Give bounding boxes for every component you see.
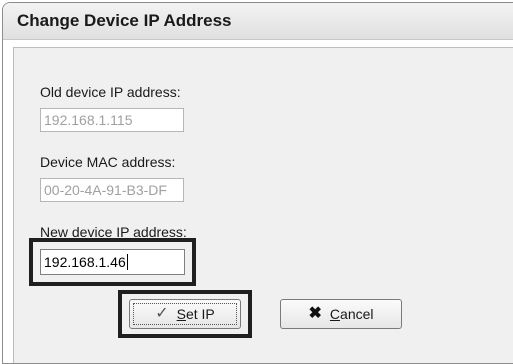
old-ip-label: Old device IP address: [40, 84, 181, 100]
title-bar[interactable]: Change Device IP Address [3, 3, 513, 40]
change-ip-dialog: Change Device IP Address Old device IP a… [2, 2, 513, 364]
window-title: Change Device IP Address [17, 11, 232, 30]
mac-label: Device MAC address: [40, 154, 176, 170]
cancel-label: Cancel [330, 306, 374, 322]
mac-field: 00-20-4A-91-B3-DF [40, 178, 184, 202]
cancel-mnemonic: C [329, 306, 341, 322]
new-ip-highlight-box [29, 238, 196, 286]
x-icon: ✖ [308, 305, 322, 322]
cancel-button[interactable]: ✖ Cancel [280, 299, 402, 329]
cancel-label-rest: ancel [340, 306, 374, 322]
set-ip-highlight-box [118, 290, 252, 338]
old-ip-field: 192.168.1.115 [40, 108, 184, 132]
dialog-body: Old device IP address: 192.168.1.115 Dev… [13, 47, 513, 363]
